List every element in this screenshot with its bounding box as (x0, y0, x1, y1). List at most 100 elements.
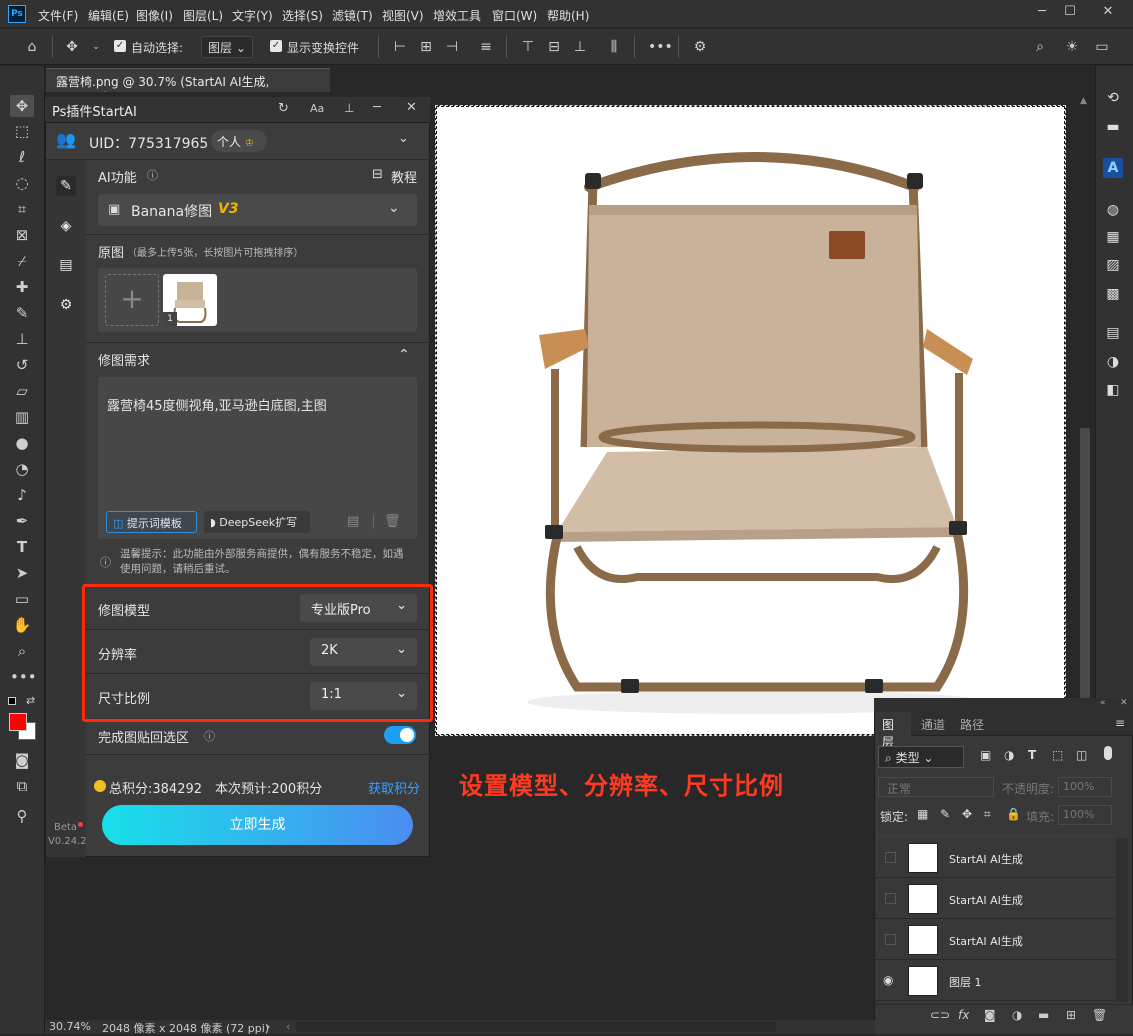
search-icon[interactable]: ⌕ (1030, 38, 1050, 56)
lock-paint-icon[interactable]: ✎ (940, 807, 950, 821)
minimize-icon[interactable]: ─ (1032, 4, 1052, 20)
pin-icon[interactable]: ⊥ (344, 101, 354, 115)
gear-icon[interactable]: ⚙ (690, 38, 710, 56)
clipboard-icon[interactable]: ▤ (56, 255, 76, 275)
info-icon[interactable]: ⓘ (147, 167, 158, 183)
get-points-link[interactable]: 获取积分 (368, 778, 420, 797)
new-layer-icon[interactable]: ⊞ (1066, 1008, 1076, 1022)
lasso-tool-icon[interactable]: ℓ (10, 146, 34, 168)
move-tool-icon[interactable]: ✥ (62, 38, 82, 56)
properties-icon[interactable]: ◧ (1103, 380, 1123, 400)
chevron-down-icon[interactable]: ⌄ (86, 38, 106, 56)
maximize-icon[interactable]: ☐ (1060, 4, 1080, 20)
visibility-toggle[interactable] (885, 893, 896, 904)
home-icon[interactable]: ⌂ (22, 38, 42, 56)
blend-mode-select[interactable]: 正常 (878, 777, 994, 797)
gradient-tool-icon[interactable]: ▥ (10, 406, 34, 428)
pen-tool-icon[interactable]: ✒ (10, 510, 34, 532)
generate-button[interactable]: 立即生成 (102, 805, 413, 845)
tab-layers[interactable]: 图层 (875, 712, 911, 749)
document-tab[interactable]: 露营椅.png @ 30.7% (StartAI AI生成, RGB/8#) *… (46, 68, 330, 104)
align-middle-icon[interactable]: ⊟ (544, 38, 564, 56)
rectangle-tool-icon[interactable]: ▭ (10, 588, 34, 610)
menu-type[interactable]: 文字(Y) (232, 7, 273, 24)
eraser-tool-icon[interactable]: ▱ (10, 380, 34, 402)
frame-tool-icon[interactable]: ⊠ (10, 224, 34, 246)
panel-menu-icon[interactable]: ≡ (1115, 716, 1125, 730)
collapse-panel-icon[interactable]: « (1100, 698, 1106, 708)
eyedropper-tool-icon[interactable]: ⌿ (10, 250, 34, 272)
gradients-icon[interactable]: ▨ (1103, 255, 1123, 275)
opacity-field[interactable]: 100% (1058, 777, 1112, 797)
edit-icon[interactable]: ✎ (56, 176, 76, 196)
quick-mask-icon[interactable]: ◙ (10, 749, 34, 771)
menu-edit[interactable]: 编辑(E) (88, 7, 129, 24)
eye-icon[interactable]: ◉ (883, 973, 893, 987)
menu-select[interactable]: 选择(S) (282, 7, 323, 24)
lock-all-icon[interactable]: 🔒 (1006, 807, 1021, 821)
history-icon[interactable]: ▤ (347, 514, 359, 529)
chevron-up-icon[interactable]: ⌃ (398, 347, 410, 363)
book-icon[interactable]: ⊟ (372, 167, 383, 182)
horizontal-scrollbar[interactable] (296, 1022, 776, 1032)
menu-view[interactable]: 视图(V) (382, 7, 424, 24)
prompt-template-button[interactable]: ◫ 提示词模板 (106, 511, 197, 533)
quick-select-tool-icon[interactable]: ◌ (10, 172, 34, 194)
patterns-icon[interactable]: ▩ (1103, 284, 1123, 304)
more-options-icon[interactable]: ••• (648, 38, 673, 56)
add-image-button[interactable]: + (105, 274, 159, 326)
scroll-up-icon[interactable]: ▲ (1080, 96, 1087, 106)
default-colors-icon[interactable] (8, 697, 16, 705)
auto-select-dropdown[interactable]: 图层 ⌄ (201, 36, 253, 58)
auto-select-checkbox[interactable]: ✓ (114, 40, 126, 52)
filter-type-icon[interactable]: T (1028, 748, 1036, 762)
layer-row[interactable]: StartAI AI生成 (875, 879, 1115, 919)
layer-filter-select[interactable]: ⌕ 类型 ⌄ (878, 746, 964, 768)
tab-channels[interactable]: 通道 (921, 716, 945, 733)
history-brush-tool-icon[interactable]: ↺ (10, 354, 34, 376)
visibility-toggle[interactable] (885, 934, 896, 945)
deepseek-button[interactable]: ◗ DeepSeek扩写 (204, 511, 310, 533)
healing-brush-tool-icon[interactable]: ✚ (10, 276, 34, 298)
visibility-toggle[interactable] (885, 852, 896, 863)
stamp-tool-icon[interactable]: ⊥ (10, 328, 34, 350)
close-panel-icon[interactable]: ✕ (1120, 698, 1128, 708)
scroll-left-icon[interactable]: ‹ (286, 1020, 290, 1033)
scrollbar-thumb[interactable] (1080, 428, 1090, 698)
crop-tool-icon[interactable]: ⌗ (10, 198, 34, 220)
swatches-icon[interactable]: ▦ (1103, 227, 1123, 247)
color-palette-icon[interactable]: ◍ (1103, 200, 1123, 220)
marquee-tool-icon[interactable]: ⬚ (10, 120, 34, 142)
workspace-icon[interactable]: ▭ (1092, 38, 1112, 56)
close-panel-icon[interactable]: ✕ (406, 100, 417, 115)
chevron-down-icon[interactable]: ⌄ (388, 200, 400, 216)
layer-row[interactable]: StartAI AI生成 (875, 920, 1115, 960)
path-select-tool-icon[interactable]: ➤ (10, 562, 34, 584)
zoom-tool-icon[interactable]: ⌕ (10, 640, 34, 662)
startai-icon[interactable]: A (1103, 158, 1123, 178)
fx-icon[interactable]: fx (958, 1008, 969, 1022)
align-top-icon[interactable]: ⊤ (518, 38, 538, 56)
document-canvas[interactable] (435, 105, 1066, 736)
menu-layer[interactable]: 图层(L) (183, 7, 223, 24)
layer-row[interactable]: StartAI AI生成 (875, 838, 1115, 878)
blur-tool-icon[interactable]: ● (10, 432, 34, 454)
filter-adjustment-icon[interactable]: ◑ (1004, 748, 1014, 762)
minimize-panel-icon[interactable]: ─ (373, 100, 381, 115)
menu-image[interactable]: 图像(I) (136, 7, 173, 24)
trash-icon[interactable]: 🗑 (1092, 1008, 1107, 1022)
info-icon[interactable]: ⓘ (204, 728, 215, 744)
zoom-level[interactable]: 30.74% (49, 1020, 91, 1033)
move-tool-icon[interactable]: ✥ (10, 95, 34, 117)
align-right-icon[interactable]: ⊣ (442, 38, 462, 56)
comments-icon[interactable]: ▬ (1103, 117, 1123, 137)
libraries-icon[interactable]: ▤ (1103, 323, 1123, 343)
brush-tool-icon[interactable]: ✎ (10, 302, 34, 324)
filter-shape-icon[interactable]: ⬚ (1052, 748, 1063, 762)
history-panel-icon[interactable]: ⟲ (1103, 88, 1123, 108)
lock-position-icon[interactable]: ✥ (962, 807, 972, 821)
lock-artboard-icon[interactable]: ⌗ (984, 807, 991, 822)
menu-plugins[interactable]: 增效工具 (433, 7, 481, 24)
menu-window[interactable]: 窗口(W) (492, 7, 537, 24)
chevron-right-icon[interactable]: › (266, 1020, 270, 1033)
